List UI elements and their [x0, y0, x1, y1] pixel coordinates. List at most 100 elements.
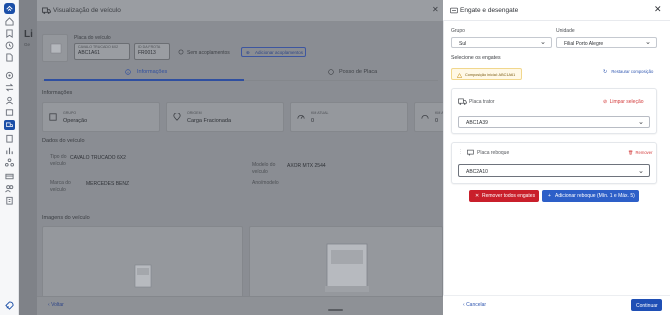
vehicle-model-label: Modelo do veículo	[252, 162, 276, 175]
images-section-title: Imagens do veículo	[42, 215, 90, 221]
tractor-plate-title: Placa trator	[469, 99, 495, 105]
vehicle-data-section-title: Dados do veículo	[42, 138, 85, 144]
restore-composition-link[interactable]: ↻ Restaurar composição	[603, 69, 653, 75]
info-icon	[125, 69, 131, 75]
rocket-icon[interactable]	[5, 301, 14, 310]
fleet-id-value: FR0013	[138, 50, 156, 56]
vehicle-view-footer	[37, 296, 443, 315]
info-card-km: KM ATUAL 0	[290, 102, 408, 132]
group-select[interactable]: Sul	[451, 37, 552, 48]
vehicle-brand-value: MERCEDES BENZ	[86, 181, 130, 187]
clipboard-icon[interactable]	[5, 134, 14, 143]
vehicle-model-value: AXOR MTX 2544	[287, 163, 326, 169]
location-icon	[173, 113, 181, 121]
tractor-plate-select[interactable]: ABC1A39	[458, 116, 650, 128]
chevron-down-icon	[541, 42, 545, 45]
trailer-plate-select[interactable]: ABC2A10	[458, 164, 650, 177]
scroll-handle[interactable]	[328, 309, 343, 311]
plus-icon: ⊕	[246, 49, 250, 55]
nav-rail	[0, 0, 19, 315]
unit-select-value: Filial Porto Alegre	[564, 40, 604, 47]
select-couplings-label: Selecione os engates	[451, 55, 501, 61]
vehicle-plate-field: CAVALO TRUCADO 6X2 ABC1A61	[74, 43, 130, 60]
plate-label: Placa do veículo	[74, 35, 111, 41]
vehicle-image-front	[42, 226, 243, 306]
truck-icon	[6, 122, 13, 127]
group-icon	[49, 113, 57, 121]
background-page-title: Li	[24, 29, 33, 40]
app-logo[interactable]	[4, 3, 15, 14]
fleet-id-label: ID DA FROTA	[138, 45, 161, 49]
remove-trailer-button[interactable]: 🗑 Remover	[628, 150, 653, 156]
fleet-id-field: ID DA FROTA FR0013	[134, 43, 170, 60]
tractor-plate-value: ABC1A39	[466, 120, 488, 126]
chevron-down-icon	[639, 122, 643, 125]
truck-icon	[42, 7, 51, 14]
swap-plate-icon	[328, 69, 334, 75]
tab-plate-history[interactable]: Posso de Placa	[339, 69, 377, 75]
info-section-title: Informações	[42, 90, 73, 96]
group-label: Grupo	[451, 28, 465, 34]
close-icon[interactable]: ✕	[654, 5, 662, 14]
unit-label: Unidade	[556, 28, 575, 34]
add-coupling-button[interactable]: ⊕ Adicionar acoplamentos	[241, 47, 306, 57]
speedometer-icon	[297, 115, 305, 119]
close-icon[interactable]: ✕	[432, 5, 439, 14]
vehicle-view-title: Visualização de veículo	[53, 7, 121, 14]
group-select-value: Sul	[459, 40, 467, 47]
info-card-group: GRUPO Operação	[42, 102, 160, 132]
add-trailer-button[interactable]: + Adicionar reboque (Mín. 1 e Máx. 5)	[542, 190, 639, 202]
chevron-down-icon	[639, 170, 643, 173]
network-icon[interactable]	[5, 158, 14, 167]
settings-icon[interactable]	[5, 71, 14, 80]
vehicle-year-label: Ano/modelo	[252, 180, 279, 186]
speedometer-icon	[421, 115, 429, 119]
clear-selection-button[interactable]: ⊘ Limpar seleção	[603, 99, 644, 105]
no-coupling-text: Sem acoplamentos	[187, 49, 230, 56]
continue-button[interactable]: Continuar	[631, 299, 662, 311]
trailer-icon	[467, 149, 474, 156]
vehicle-type-label: Tipo do veículo	[50, 154, 67, 167]
bookmark-icon[interactable]	[5, 29, 14, 38]
document-icon[interactable]	[5, 53, 14, 62]
vehicle-type-label: CAVALO TRUCADO 6X2	[78, 45, 119, 49]
vehicle-thumbnail	[42, 34, 68, 62]
back-button[interactable]: ‹ Voltar	[48, 302, 64, 308]
drag-handle-icon[interactable]: ⋮	[458, 149, 463, 155]
vehicle-brand-label: Marca do veículo	[50, 180, 71, 193]
card-icon[interactable]	[5, 172, 14, 181]
close-icon: ✕	[475, 193, 480, 199]
remove-all-couplings-button[interactable]: ✕ Remover todos engates	[469, 190, 539, 202]
box-icon[interactable]	[5, 108, 14, 117]
swap-icon[interactable]	[5, 83, 14, 92]
background-page-subtitle: Ge	[24, 42, 31, 47]
trailer-plate-value: ABC2A10	[466, 168, 488, 175]
warning-icon	[457, 72, 462, 78]
cancel-button[interactable]: ‹ Cancelar	[463, 302, 486, 308]
unit-select[interactable]: Filial Porto Alegre	[556, 37, 657, 48]
vehicle-type-value: CAVALO TRUCADO 6X2	[70, 155, 126, 161]
tab-information[interactable]: Informações	[137, 69, 167, 75]
plus-icon: +	[548, 193, 551, 199]
info-card-origin: ORIGEM Carga Fracionada	[166, 102, 284, 132]
trailer-plate-title: Placa reboque	[477, 150, 510, 156]
eye-off-icon: ⊘	[603, 99, 608, 105]
link-icon	[178, 49, 184, 55]
vehicle-plate-value: ABC1A61	[78, 50, 100, 56]
nav-item-vehicles[interactable]	[4, 120, 15, 130]
link-chain-icon	[450, 7, 458, 14]
truck-side-image	[325, 243, 369, 292]
truck-image-icon	[50, 43, 62, 54]
truck-icon	[458, 98, 467, 105]
user-icon[interactable]	[5, 96, 14, 105]
home-icon[interactable]	[5, 17, 14, 26]
history-icon[interactable]	[5, 41, 14, 50]
refresh-icon: ↻	[603, 69, 608, 75]
building-icon[interactable]	[5, 196, 14, 205]
initial-composition-badge: Composição inicial: ABC1A61	[451, 68, 522, 80]
chevron-down-icon	[646, 42, 650, 45]
logo-icon	[6, 5, 13, 11]
trash-icon: 🗑	[628, 150, 634, 155]
users-icon[interactable]	[5, 184, 14, 193]
report-icon[interactable]	[5, 146, 14, 155]
